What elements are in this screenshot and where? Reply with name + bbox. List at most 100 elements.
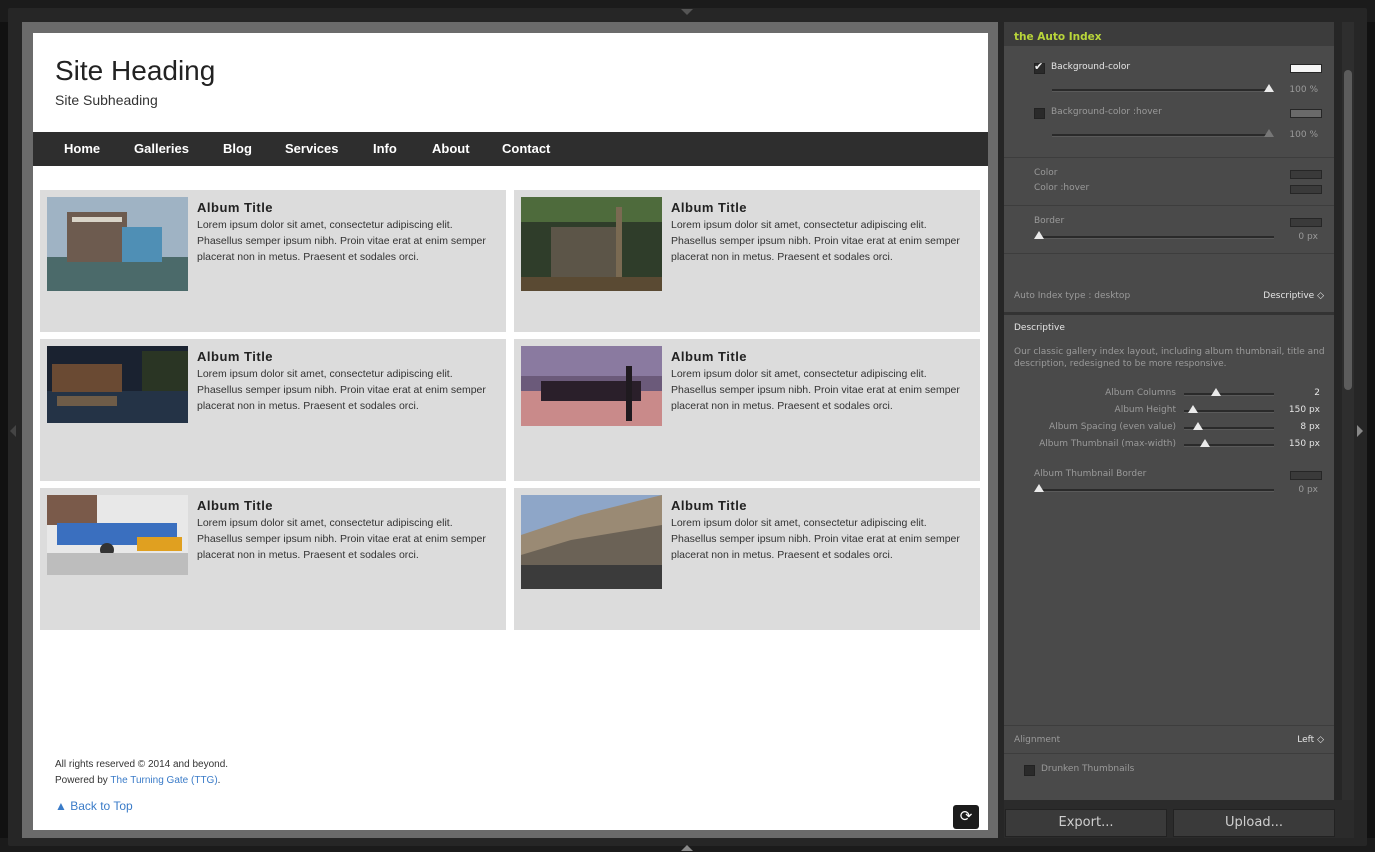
bg-hover-swatch[interactable]	[1290, 109, 1322, 118]
checkmark-icon: ✔	[1034, 60, 1044, 73]
color-hover-label: Color :hover	[1034, 183, 1090, 193]
footer-rights: All rights reserved © 2014 and beyond.	[55, 759, 229, 770]
color-swatch[interactable]	[1290, 170, 1322, 179]
nav-item-blog[interactable]: Blog	[223, 141, 252, 156]
refresh-button[interactable]: ⟳	[953, 805, 979, 829]
settings-panel: the Auto Index ✔ Background-color 100 % …	[1004, 22, 1334, 800]
album-card[interactable]: Album Title Lorem ipsum dolor sit amet, …	[514, 190, 980, 332]
drunken-label: Drunken Thumbnails	[1041, 764, 1135, 774]
divider	[1004, 253, 1334, 254]
nav-item-contact[interactable]: Contact	[502, 141, 550, 156]
bg-hover-slider-knob[interactable]	[1264, 129, 1274, 137]
album-spacing-label: Album Spacing (even value)	[1049, 422, 1176, 432]
album-thumb-width-knob[interactable]	[1200, 439, 1210, 447]
album-thumbnail[interactable]	[47, 495, 188, 575]
album-card[interactable]: Album Title Lorem ipsum dolor sit amet, …	[40, 190, 506, 332]
album-thumbnail[interactable]	[521, 346, 662, 426]
alignment-select[interactable]: Left ◇	[1254, 735, 1324, 745]
border-slider[interactable]	[1038, 236, 1274, 239]
album-card[interactable]: Album Title Lorem ipsum dolor sit amet, …	[40, 488, 506, 630]
bg-color-slider-knob[interactable]	[1264, 84, 1274, 92]
collapse-right-arrow-icon[interactable]	[1357, 425, 1363, 437]
divider	[1004, 725, 1334, 726]
back-to-top-link[interactable]: ▲ Back to Top	[55, 799, 133, 813]
album-thumb-width-value: 150 px	[1288, 439, 1320, 449]
album-description: Lorem ipsum dolor sit amet, consectetur …	[197, 517, 486, 561]
site-heading: Site Heading	[55, 55, 216, 86]
album-columns-knob[interactable]	[1211, 388, 1221, 396]
album-columns-label: Album Columns	[1105, 388, 1176, 398]
nav-item-services[interactable]: Services	[285, 141, 339, 156]
divider	[1004, 753, 1334, 754]
album-thumbnail[interactable]	[521, 197, 662, 291]
bg-color-slider[interactable]	[1052, 89, 1270, 92]
border-swatch[interactable]	[1290, 218, 1322, 227]
divider	[1004, 205, 1334, 206]
footer-powered-prefix: Powered by	[55, 775, 111, 786]
album-description: Lorem ipsum dolor sit amet, consectetur …	[197, 219, 486, 263]
color-hover-swatch[interactable]	[1290, 185, 1322, 194]
album-thumbnail[interactable]	[47, 346, 188, 423]
thumb-border-slider[interactable]	[1038, 489, 1274, 492]
album-thumbnail[interactable]	[47, 197, 188, 291]
ttg-link[interactable]: The Turning Gate (TTG)	[110, 775, 217, 786]
nav-item-home[interactable]: Home	[64, 141, 100, 156]
album-title[interactable]: Album Title	[671, 498, 747, 513]
album-title[interactable]: Album Title	[671, 349, 747, 364]
nav-item-info[interactable]: Info	[373, 141, 397, 156]
album-height-knob[interactable]	[1188, 405, 1198, 413]
panel-scroll-thumb[interactable]	[1344, 70, 1352, 390]
web-preview: Site Heading Site Subheading Home Galler…	[33, 33, 988, 830]
thumb-border-value: 0 px	[1298, 485, 1318, 495]
album-card[interactable]: Album Title Lorem ipsum dolor sit amet, …	[40, 339, 506, 481]
bg-hover-value: 100 %	[1289, 130, 1318, 140]
bg-hover-label: Background-color :hover	[1051, 107, 1162, 117]
thumb-border-knob[interactable]	[1034, 484, 1044, 492]
border-label: Border	[1034, 216, 1065, 226]
index-type-label: Auto Index type : desktop	[1014, 291, 1131, 301]
collapse-left-arrow-icon[interactable]	[10, 425, 16, 437]
album-thumb-width-slider[interactable]	[1184, 444, 1274, 447]
album-title[interactable]: Album Title	[671, 200, 747, 215]
bg-color-value: 100 %	[1289, 85, 1318, 95]
drunken-checkbox[interactable]	[1024, 765, 1035, 776]
album-card[interactable]: Album Title Lorem ipsum dolor sit amet, …	[514, 339, 980, 481]
album-spacing-value: 8 px	[1300, 422, 1320, 432]
album-title[interactable]: Album Title	[197, 349, 273, 364]
bg-hover-checkbox[interactable]	[1034, 108, 1045, 119]
album-description: Lorem ipsum dolor sit amet, consectetur …	[671, 219, 960, 263]
thumb-border-label: Album Thumbnail Border	[1034, 469, 1147, 479]
album-columns-slider[interactable]	[1184, 393, 1274, 396]
album-description: Lorem ipsum dolor sit amet, consectetur …	[671, 517, 960, 561]
nav-item-about[interactable]: About	[432, 141, 470, 156]
divider	[1004, 157, 1334, 158]
bg-hover-slider[interactable]	[1052, 134, 1270, 137]
album-height-value: 150 px	[1288, 405, 1320, 415]
export-button[interactable]: Export...	[1005, 809, 1167, 837]
album-spacing-knob[interactable]	[1193, 422, 1203, 430]
bg-color-label: Background-color	[1051, 62, 1131, 72]
collapse-top-arrow-icon[interactable]	[681, 9, 693, 15]
album-columns-value: 2	[1314, 388, 1320, 398]
album-card[interactable]: Album Title Lorem ipsum dolor sit amet, …	[514, 488, 980, 630]
upload-button[interactable]: Upload...	[1173, 809, 1335, 837]
album-description: Lorem ipsum dolor sit amet, consectetur …	[671, 368, 960, 412]
site-subheading: Site Subheading	[55, 92, 158, 108]
alignment-label: Alignment	[1014, 735, 1061, 745]
color-label: Color	[1034, 168, 1058, 178]
album-title[interactable]: Album Title	[197, 498, 273, 513]
border-slider-knob[interactable]	[1034, 231, 1044, 239]
collapse-bottom-arrow-icon[interactable]	[681, 845, 693, 851]
index-type-select[interactable]: Descriptive ◇	[1234, 291, 1324, 301]
bg-color-swatch[interactable]	[1290, 64, 1322, 73]
album-title[interactable]: Album Title	[197, 200, 273, 215]
thumb-border-swatch[interactable]	[1290, 471, 1322, 480]
section-title: Descriptive	[1014, 323, 1065, 333]
nav-bar: Home Galleries Blog Services Info About …	[33, 132, 988, 166]
divider	[1004, 312, 1334, 315]
panel-title[interactable]: the Auto Index	[1014, 31, 1102, 43]
nav-item-galleries[interactable]: Galleries	[134, 141, 189, 156]
footer-powered-suffix: .	[217, 775, 221, 786]
album-thumbnail[interactable]	[521, 495, 662, 589]
album-thumb-width-label: Album Thumbnail (max-width)	[1039, 439, 1176, 449]
